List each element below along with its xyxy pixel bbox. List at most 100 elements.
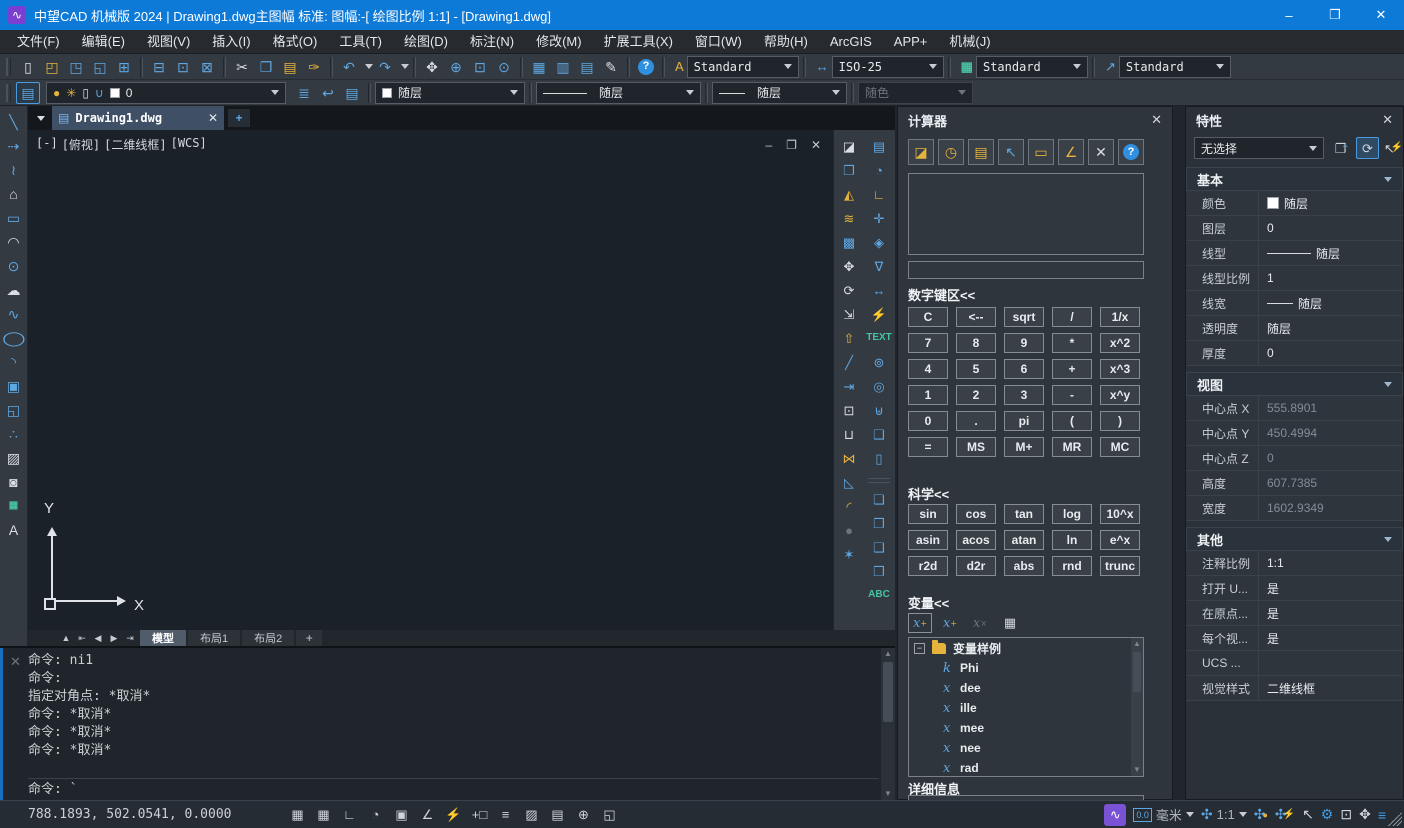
snap-toggle[interactable]: ▦: [312, 804, 336, 826]
section-view-header[interactable]: 视图: [1186, 372, 1403, 396]
toggle-pickadd-button[interactable]: ⟳: [1356, 137, 1379, 159]
help-button[interactable]: ?: [634, 56, 658, 78]
rectangle-icon[interactable]: ▭: [2, 206, 26, 230]
clear-history-icon[interactable]: ◪: [908, 139, 934, 165]
calc-key[interactable]: MR: [1052, 437, 1092, 457]
calc-key[interactable]: -: [1052, 385, 1092, 405]
measure-distance-icon[interactable]: ▭: [1028, 139, 1054, 165]
layer-select[interactable]: ● ✳ ▯ ∪ 0: [46, 82, 286, 104]
layer-previous-icon[interactable]: ↩: [316, 82, 340, 104]
arc-icon[interactable]: ◠: [2, 230, 26, 254]
send-back-icon[interactable]: ❐: [867, 511, 891, 535]
property-value[interactable]: 1: [1258, 266, 1403, 290]
linetype-select[interactable]: 随层: [536, 82, 701, 104]
menu-item[interactable]: 绘图(D): [393, 30, 459, 54]
lineweight-toggle[interactable]: ≡: [494, 804, 518, 826]
edit-variable-button[interactable]: x+: [938, 613, 962, 633]
property-value[interactable]: 0: [1258, 216, 1403, 240]
section-misc-header[interactable]: 其他: [1186, 527, 1403, 551]
save-icon[interactable]: ◳: [64, 56, 88, 78]
viewport-toggle[interactable]: ◱: [598, 804, 622, 826]
calc-key[interactable]: 4: [908, 359, 948, 379]
property-value[interactable]: 二维线框: [1258, 676, 1403, 700]
tool-palettes-icon[interactable]: ▤: [575, 56, 599, 78]
calc-sci-key[interactable]: abs: [1004, 556, 1044, 576]
polar-toggle[interactable]: ◔: [364, 804, 388, 826]
ray-icon[interactable]: ⇢: [2, 134, 26, 158]
layout-tab[interactable]: 模型: [140, 630, 186, 646]
save-as-icon[interactable]: ◱: [88, 56, 112, 78]
calc-sci-key[interactable]: acos: [956, 530, 996, 550]
calc-sci-key[interactable]: d2r: [956, 556, 996, 576]
property-value[interactable]: 随层: [1258, 291, 1403, 315]
minimize-button[interactable]: –: [1266, 0, 1312, 30]
copy-object-icon[interactable]: ❐: [837, 158, 861, 182]
calc-key[interactable]: 0: [908, 411, 948, 431]
calc-key[interactable]: 1: [908, 385, 948, 405]
calc-key[interactable]: (: [1052, 411, 1092, 431]
calc-key[interactable]: M+: [1004, 437, 1044, 457]
calc-key[interactable]: C: [908, 307, 948, 327]
measure-angle-icon[interactable]: ∠: [1058, 139, 1084, 165]
maximize-button[interactable]: ❐: [1312, 0, 1358, 30]
zwcad-logo-icon[interactable]: ∿: [1104, 804, 1126, 826]
tab-list-button[interactable]: [32, 109, 50, 127]
calc-key[interactable]: /: [1052, 307, 1092, 327]
calc-key[interactable]: 7: [908, 333, 948, 353]
sheet-icon[interactable]: ▤: [867, 134, 891, 158]
text-front-icon[interactable]: ABC: [867, 583, 891, 607]
menu-item[interactable]: APP+: [883, 30, 939, 54]
variable-row[interactable]: x rad: [909, 758, 1143, 777]
polygon-icon[interactable]: ⌂: [2, 182, 26, 206]
dynamic-ucs-toggle[interactable]: ⚡: [442, 804, 466, 826]
add-layout-button[interactable]: +: [296, 630, 322, 646]
calc-key[interactable]: x^2: [1100, 333, 1140, 353]
table-style-select[interactable]: Standard: [976, 56, 1088, 78]
roughness-icon[interactable]: ∇: [867, 254, 891, 278]
calc-sci-key[interactable]: ln: [1052, 530, 1092, 550]
annotation-scale-control[interactable]: ✣ 1:1: [1201, 806, 1247, 823]
dim-align-icon[interactable]: ↔: [867, 278, 891, 302]
datum-icon[interactable]: ◈: [867, 230, 891, 254]
quick-select-button[interactable]: ❐+: [1330, 137, 1353, 159]
numpad-section-label[interactable]: 数字键区<<: [908, 285, 975, 304]
menu-item[interactable]: 窗口(W): [684, 30, 753, 54]
calc-key[interactable]: .: [956, 411, 996, 431]
variables-root-row[interactable]: − 变量样例: [909, 638, 1143, 658]
calc-history-box[interactable]: [908, 173, 1144, 255]
drawing-canvas[interactable]: [-][俯视][二维线框][WCS] – ❐ ✕ Y X: [28, 130, 833, 630]
doc-restore-button[interactable]: ❐: [786, 138, 797, 152]
property-value[interactable]: 随层: [1258, 316, 1403, 340]
selection-select[interactable]: 无选择: [1194, 137, 1324, 159]
calc-key[interactable]: <--: [956, 307, 996, 327]
calc-sci-key[interactable]: cos: [956, 504, 996, 524]
array-icon[interactable]: ▩: [837, 230, 861, 254]
variable-row[interactable]: x mee: [909, 718, 1143, 738]
doc-close-button[interactable]: ✕: [811, 138, 821, 152]
make-block-icon[interactable]: ◱: [2, 398, 26, 422]
region-icon[interactable]: ◙: [2, 470, 26, 494]
calc-sci-key[interactable]: sin: [908, 504, 948, 524]
property-value[interactable]: [1258, 651, 1403, 675]
ellipse-icon[interactable]: ◯: [2, 326, 26, 350]
dim-style-select[interactable]: ISO-25: [832, 56, 944, 78]
collapse-icon[interactable]: −: [914, 643, 925, 654]
property-value[interactable]: 随层: [1258, 191, 1403, 215]
layout-nav-button[interactable]: ◀: [90, 633, 106, 644]
revcloud-icon[interactable]: ☁: [2, 278, 26, 302]
menu-item[interactable]: 文件(F): [6, 30, 71, 54]
zoom-realtime-icon[interactable]: ⊕: [444, 56, 468, 78]
callout-icon[interactable]: ◎: [867, 374, 891, 398]
auto-annotation-button[interactable]: ✣ ⚡: [1275, 806, 1295, 823]
scroll-thumb[interactable]: [1133, 652, 1141, 692]
unit-control[interactable]: 0.0 毫米: [1133, 805, 1194, 824]
coordinates-readout[interactable]: 788.1893, 502.0541, 0.0000: [28, 807, 232, 822]
menu-item[interactable]: 插入(I): [201, 30, 261, 54]
viewport-control[interactable]: [WCS]: [171, 136, 207, 153]
scroll-up-icon[interactable]: ▲: [1133, 638, 1141, 650]
mtext-icon[interactable]: A: [2, 518, 26, 542]
print-icon[interactable]: ⊟: [147, 56, 171, 78]
properties-close-button[interactable]: ✕: [1382, 112, 1393, 128]
layer-manager-button[interactable]: ▤: [16, 82, 40, 104]
calc-key[interactable]: +: [1052, 359, 1092, 379]
